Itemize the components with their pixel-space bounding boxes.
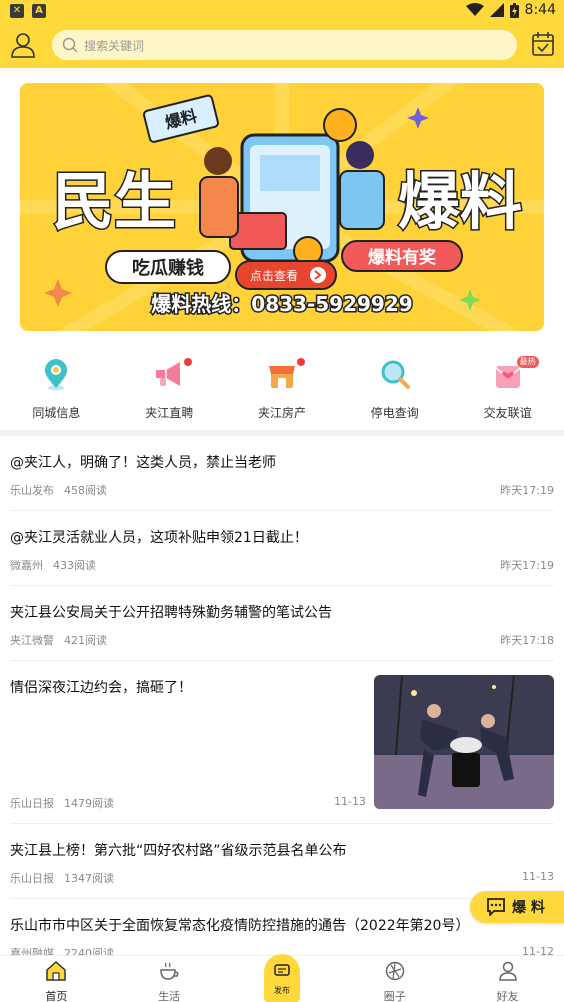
- tab-friends[interactable]: 好友: [451, 956, 564, 1002]
- menu-label: 夹江房产: [257, 406, 306, 420]
- user-icon[interactable]: [10, 32, 36, 58]
- battery-icon: [509, 2, 519, 18]
- banner-hotline: 爆料热线：0833-5929929: [151, 292, 412, 316]
- coffee-cup-icon: [160, 962, 179, 980]
- news-item[interactable]: @夹江灵活就业人员，这项补贴申领21日截止！ 微嘉州 433阅读 昨天17:19: [10, 511, 554, 586]
- menu-item-city-info[interactable]: 同城信息: [0, 354, 113, 430]
- friend-icon: [498, 961, 517, 981]
- tab-label: 发布: [274, 986, 290, 995]
- news-title: 夹江县上榜！第六批“四好农村路”省级示范县名单公布: [10, 843, 347, 859]
- news-reads: 1479阅读: [64, 797, 114, 810]
- promo-banner[interactable]: 爆料 民生 爆料 吃瓜赚钱 爆料有奖 点击查看 爆料热线：0833-592992…: [20, 83, 544, 331]
- app-notification-icon: A: [32, 4, 46, 18]
- tab-home[interactable]: 首页: [0, 956, 113, 1002]
- news-thumbnail[interactable]: [374, 675, 554, 809]
- news-source: 夹江微警: [10, 634, 54, 647]
- compose-icon: [274, 964, 290, 976]
- news-item-with-image[interactable]: 情侣深夜江边约会，搞砸了！ 乐山日报 1479阅读 11-13: [10, 661, 554, 824]
- magnifier-icon: [381, 360, 410, 389]
- notification-dot: [296, 358, 305, 366]
- hot-badge: 最热: [516, 356, 539, 368]
- top-bar: ✕ A 8:44 搜索关键词: [0, 0, 564, 68]
- news-time: 昨天17:19: [500, 559, 554, 572]
- news-time: 11-13: [334, 795, 366, 808]
- search-icon: [62, 37, 78, 53]
- menu-label: 夹江直聘: [145, 406, 194, 420]
- calendar-check-icon[interactable]: [532, 32, 554, 56]
- news-title: 夹江县公安局关于公开招聘特殊勤务辅警的笔试公告: [10, 605, 332, 621]
- news-source: 微嘉州: [10, 559, 43, 572]
- news-title: 情侣深夜江边约会，搞砸了！: [10, 680, 192, 696]
- tab-label: 好友: [496, 990, 519, 1002]
- location-pin-icon: [45, 359, 68, 391]
- notification-icon: ✕: [10, 4, 24, 18]
- news-title: @夹江灵活就业人员，这项补贴申领21日截止！: [10, 530, 308, 546]
- news-reads: 1347阅读: [64, 872, 114, 885]
- aperture-icon: [385, 961, 405, 981]
- quick-menu: 同城信息 夹江直聘 夹江房产 停电查询 最热 交友联谊: [0, 354, 564, 430]
- home-icon: [46, 960, 67, 981]
- news-source: 乐山日报: [10, 797, 54, 810]
- tab-circle[interactable]: 圈子: [338, 956, 451, 1002]
- banner-right-title: 爆料: [398, 165, 522, 238]
- banner-cta[interactable]: 点击查看: [250, 269, 298, 283]
- wifi-icon: [465, 3, 484, 16]
- news-source: 乐山日报: [10, 872, 54, 885]
- report-float-button[interactable]: 爆 料: [470, 891, 564, 923]
- tab-label: 生活: [158, 990, 181, 1002]
- banner-slogan-left: 吃瓜赚钱: [132, 257, 204, 279]
- status-bar: ✕ A 8:44: [0, 0, 564, 24]
- news-time: 昨天17:18: [500, 634, 554, 647]
- menu-item-housing[interactable]: 夹江房产: [226, 354, 339, 430]
- menu-item-jobs[interactable]: 夹江直聘: [113, 354, 226, 430]
- chat-bubble-icon: [487, 898, 505, 916]
- search-placeholder: 搜索关键词: [84, 38, 145, 53]
- news-source: 乐山发布: [10, 484, 54, 497]
- tab-label: 首页: [45, 990, 68, 1002]
- signal-icon: [489, 3, 504, 17]
- status-time: 8:44: [524, 2, 556, 18]
- tab-life[interactable]: 生活: [113, 956, 226, 1002]
- news-reads: 458阅读: [64, 484, 107, 497]
- news-item[interactable]: @夹江人，明确了！这类人员，禁止当老师 乐山发布 458阅读 昨天17:19: [10, 436, 554, 511]
- news-item[interactable]: 夹江县上榜！第六批“四好农村路”省级示范县名单公布 乐山日报 1347阅读 11-…: [10, 824, 554, 899]
- report-float-label: 爆 料: [512, 900, 545, 916]
- notification-dot: [184, 358, 193, 366]
- banner-slogan-right: 爆料有奖: [368, 247, 437, 268]
- menu-item-outage[interactable]: 停电查询: [338, 354, 451, 430]
- menu-label: 停电查询: [370, 406, 419, 420]
- news-item[interactable]: 夹江县公安局关于公开招聘特殊勤务辅警的笔试公告 夹江微警 421阅读 昨天17:1…: [10, 586, 554, 661]
- menu-item-dating[interactable]: 最热 交友联谊: [451, 354, 564, 430]
- news-time: 昨天17:19: [500, 484, 554, 497]
- menu-label: 交友联谊: [483, 406, 532, 420]
- news-time: 11-13: [522, 870, 554, 883]
- publish-button[interactable]: 发布: [264, 954, 300, 1002]
- search-input[interactable]: 搜索关键词: [52, 30, 517, 60]
- news-reads: 421阅读: [64, 634, 107, 647]
- news-title: 乐山市市中区关于全面恢复常态化疫情防控措施的通告（2022年第20号）: [10, 918, 470, 934]
- shop-icon: [268, 366, 295, 388]
- menu-label: 同城信息: [32, 406, 81, 420]
- tab-label: 圈子: [383, 990, 406, 1002]
- arrow-right-icon: [310, 267, 326, 283]
- news-title: @夹江人，明确了！这类人员，禁止当老师: [10, 455, 276, 471]
- news-reads: 433阅读: [53, 559, 96, 572]
- header: 搜索关键词: [0, 26, 564, 66]
- megaphone-icon: [156, 362, 181, 386]
- banner-left-title: 民生: [52, 165, 176, 238]
